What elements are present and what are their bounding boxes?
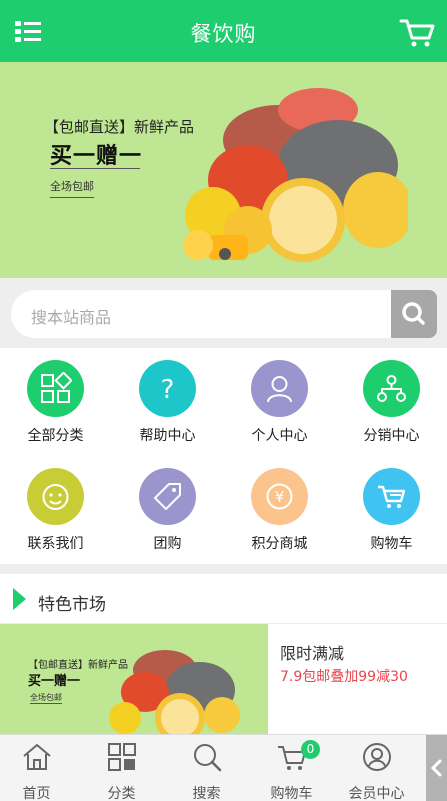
- bottom-tabbar: 首页 分类 搜索 0 购物车 会员中心: [0, 734, 447, 801]
- fruit-illustration: [183, 88, 408, 262]
- search-button[interactable]: [391, 290, 437, 338]
- search-input[interactable]: 搜本站商品: [11, 290, 391, 338]
- search-placeholder: 搜本站商品: [31, 308, 112, 327]
- section-title: 特色市场: [38, 595, 106, 615]
- category-item-groupbuy[interactable]: 团购: [112, 456, 223, 564]
- tab-home[interactable]: 首页: [0, 735, 79, 801]
- category-item-points-mall[interactable]: ¥ 积分商城: [224, 456, 335, 564]
- chevron-left-icon: [430, 759, 442, 777]
- cart-count-badge: 0: [301, 740, 320, 759]
- search-icon: [194, 744, 222, 772]
- grid-icon: [41, 372, 72, 403]
- category-item-help[interactable]: ? 帮助中心: [112, 348, 223, 456]
- category-item-distribution[interactable]: 分销中心: [336, 348, 447, 456]
- category-label: 团购: [153, 536, 182, 552]
- collapse-toggle[interactable]: [426, 735, 447, 801]
- promo-banner[interactable]: 【包邮直送】新鲜产品 买一赠一 全场包邮: [0, 624, 268, 736]
- carousel-indicator[interactable]: [219, 248, 231, 260]
- hero-banner[interactable]: 【包邮直送】新鲜产品 买一赠一 全场包邮: [0, 62, 447, 278]
- tab-member[interactable]: 会员中心: [334, 735, 419, 801]
- fruit-illustration: [109, 650, 240, 736]
- cart-icon[interactable]: [399, 16, 435, 48]
- category-grid-icon: [108, 743, 136, 771]
- tab-label: 会员中心: [348, 786, 405, 801]
- tab-category[interactable]: 分类: [79, 735, 164, 801]
- home-icon: [23, 743, 51, 770]
- promo-shipping: 全场包邮: [30, 693, 62, 704]
- app-header: 餐饮购: [0, 0, 447, 62]
- deal-card[interactable]: 限时满减 7.9包邮叠加99减30: [268, 624, 447, 736]
- category-label: 联系我们: [27, 536, 84, 552]
- category-label: 分销中心: [363, 428, 420, 444]
- tab-label: 分类: [107, 786, 136, 801]
- search-icon: [402, 302, 425, 325]
- category-item-cart[interactable]: 购物车: [336, 456, 447, 564]
- category-circle: [27, 468, 84, 525]
- tab-cart[interactable]: 0 购物车: [249, 735, 334, 801]
- banner-divider: [50, 168, 140, 169]
- user-icon: [363, 743, 391, 771]
- category-item-all[interactable]: 全部分类: [0, 348, 111, 456]
- category-item-profile[interactable]: 个人中心: [224, 348, 335, 456]
- page: 餐饮购 【包邮直送】新鲜产品 买一赠一 全场包邮 搜本站商品 全部分类 ? 帮助…: [0, 0, 447, 801]
- featured-market-section: 特色市场 【包邮直送】新鲜产品 买一赠一 全场包邮 限时满减 7.9包邮叠加99…: [0, 574, 447, 736]
- tab-label: 搜索: [192, 786, 221, 801]
- category-label: 积分商城: [251, 536, 308, 552]
- category-label: 全部分类: [27, 428, 84, 444]
- category-circle: [27, 360, 84, 417]
- smiley-icon: [42, 484, 69, 510]
- user-icon: [267, 376, 292, 403]
- banner-shipping: 全场包邮: [50, 178, 94, 198]
- question-icon: ?: [161, 375, 175, 405]
- category-circle: [251, 360, 308, 417]
- category-circle: ?: [139, 360, 196, 417]
- banner-subline: 买一赠一: [50, 144, 143, 169]
- svg-text:?: ?: [161, 375, 175, 405]
- category-label: 购物车: [370, 536, 413, 552]
- category-circle: [139, 468, 196, 525]
- yen-icon: ¥: [266, 483, 293, 510]
- section-header: 特色市场: [0, 574, 447, 624]
- promo-subline: 买一赠一: [28, 674, 81, 689]
- tab-search[interactable]: 搜索: [164, 735, 249, 801]
- category-grid: 全部分类 ? 帮助中心 个人中心 分销中心 联系我们 团购 ¥ 积分商城 购物车: [0, 348, 447, 564]
- category-circle: ¥: [251, 468, 308, 525]
- network-icon: [377, 375, 406, 402]
- page-title: 餐饮购: [190, 22, 257, 46]
- cart-icon: [378, 485, 406, 508]
- category-label: 帮助中心: [139, 428, 196, 444]
- tab-label: 购物车: [270, 786, 313, 801]
- category-item-contact[interactable]: 联系我们: [0, 456, 111, 564]
- category-label: 个人中心: [251, 428, 308, 444]
- tag-icon: [154, 483, 181, 510]
- category-circle: [363, 468, 420, 525]
- svg-text:¥: ¥: [275, 488, 285, 506]
- search-bar: 搜本站商品: [0, 278, 447, 348]
- deal-subtitle: 7.9包邮叠加99减30: [280, 669, 408, 685]
- section-marker-icon: [13, 588, 26, 610]
- deal-title: 限时满减: [280, 644, 345, 663]
- tab-label: 首页: [22, 786, 51, 801]
- category-circle: [363, 360, 420, 417]
